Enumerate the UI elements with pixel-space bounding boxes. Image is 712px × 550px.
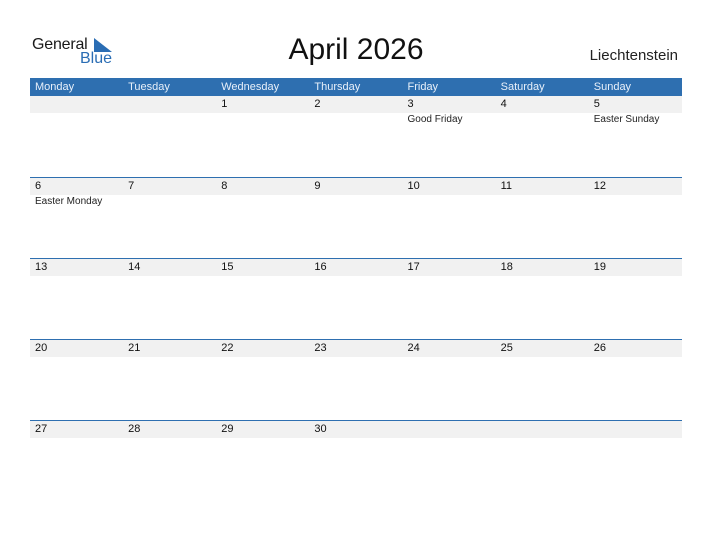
day-cell: 18 — [496, 259, 589, 339]
day-number: 3 — [407, 98, 414, 110]
weekday-friday: Friday — [407, 81, 439, 93]
holiday-label: Good Friday — [407, 114, 463, 125]
day-cell: 4 — [496, 96, 589, 177]
day-cell: 14 — [123, 259, 216, 339]
day-cell: 25 — [496, 340, 589, 420]
day-cell: 12 — [589, 178, 682, 258]
day-number: 10 — [407, 180, 420, 192]
day-number: 30 — [314, 423, 327, 435]
day-number: 12 — [593, 180, 606, 192]
day-number: 8 — [221, 180, 228, 192]
week-row: 6 Easter Monday 7 8 9 10 11 12 — [30, 177, 682, 258]
day-number: 29 — [221, 423, 234, 435]
day-number: 11 — [500, 180, 513, 192]
day-cell: 16 — [309, 259, 402, 339]
day-cell: 15 — [216, 259, 309, 339]
day-number: 15 — [221, 261, 234, 273]
calendar: Monday Tuesday Wednesday Thursday Friday… — [30, 78, 682, 501]
day-cell: 13 — [30, 259, 123, 339]
day-cell: 2 — [309, 96, 402, 177]
day-cell: 26 — [589, 340, 682, 420]
day-number: 2 — [314, 98, 321, 110]
day-cell: 5 Easter Sunday — [589, 96, 682, 177]
day-cell: 9 — [309, 178, 402, 258]
day-cell: 21 — [123, 340, 216, 420]
day-number: 16 — [314, 261, 327, 273]
week-row: 20 21 22 23 24 25 26 — [30, 339, 682, 420]
day-number: 27 — [35, 423, 48, 435]
day-number: 21 — [128, 342, 141, 354]
day-number: 25 — [500, 342, 513, 354]
day-number: 17 — [407, 261, 420, 273]
day-number: 28 — [128, 423, 141, 435]
weekday-tuesday: Tuesday — [128, 81, 170, 93]
day-cell: 29 — [216, 421, 309, 501]
weekday-header: Monday Tuesday Wednesday Thursday Friday… — [30, 78, 682, 96]
day-number: 9 — [314, 180, 321, 192]
day-cell — [30, 96, 123, 177]
day-cell: 22 — [216, 340, 309, 420]
day-cell: 7 — [123, 178, 216, 258]
day-cell — [496, 421, 589, 501]
weekday-monday: Monday — [35, 81, 75, 93]
day-cell: 30 — [309, 421, 402, 501]
day-number: 18 — [500, 261, 513, 273]
week-row: 27 28 29 30 — [30, 420, 682, 501]
day-cell — [589, 421, 682, 501]
weekday-saturday: Saturday — [500, 81, 545, 93]
day-cell: 3 Good Friday — [403, 96, 496, 177]
day-number: 5 — [593, 98, 600, 110]
day-cell: 28 — [123, 421, 216, 501]
weekday-thursday: Thursday — [314, 81, 361, 93]
day-cell: 6 Easter Monday — [30, 178, 123, 258]
day-number: 6 — [35, 180, 42, 192]
day-number: 20 — [35, 342, 48, 354]
day-number: 13 — [35, 261, 48, 273]
day-cell: 1 — [216, 96, 309, 177]
holiday-label: Easter Sunday — [593, 114, 660, 125]
day-cell — [403, 421, 496, 501]
day-cell: 24 — [403, 340, 496, 420]
day-number: 24 — [407, 342, 420, 354]
holiday-label: Easter Monday — [35, 196, 103, 207]
day-cell: 27 — [30, 421, 123, 501]
weeks: 1 2 3 Good Friday 4 5 Easter Sunday 6 Easter Mon… — [30, 96, 682, 501]
day-number: 1 — [221, 98, 228, 110]
day-cell: 20 — [30, 340, 123, 420]
country-label: Liechtenstein — [589, 47, 678, 64]
day-cell: 19 — [589, 259, 682, 339]
weekday-sunday: Sunday — [593, 81, 632, 93]
week-row: 13 14 15 16 17 18 19 — [30, 258, 682, 339]
day-cell: 8 — [216, 178, 309, 258]
day-cell: 23 — [309, 340, 402, 420]
day-number: 19 — [593, 261, 606, 273]
day-number: 14 — [128, 261, 141, 273]
day-number: 22 — [221, 342, 234, 354]
day-number: 26 — [593, 342, 606, 354]
day-cell: 17 — [403, 259, 496, 339]
day-number: 7 — [128, 180, 135, 192]
day-cell — [123, 96, 216, 177]
week-row: 1 2 3 Good Friday 4 5 Easter Sunday — [30, 96, 682, 177]
day-cell: 11 — [496, 178, 589, 258]
day-number: 23 — [314, 342, 327, 354]
day-number: 4 — [500, 98, 507, 110]
weekday-wednesday: Wednesday — [221, 81, 280, 93]
day-cell: 10 — [403, 178, 496, 258]
